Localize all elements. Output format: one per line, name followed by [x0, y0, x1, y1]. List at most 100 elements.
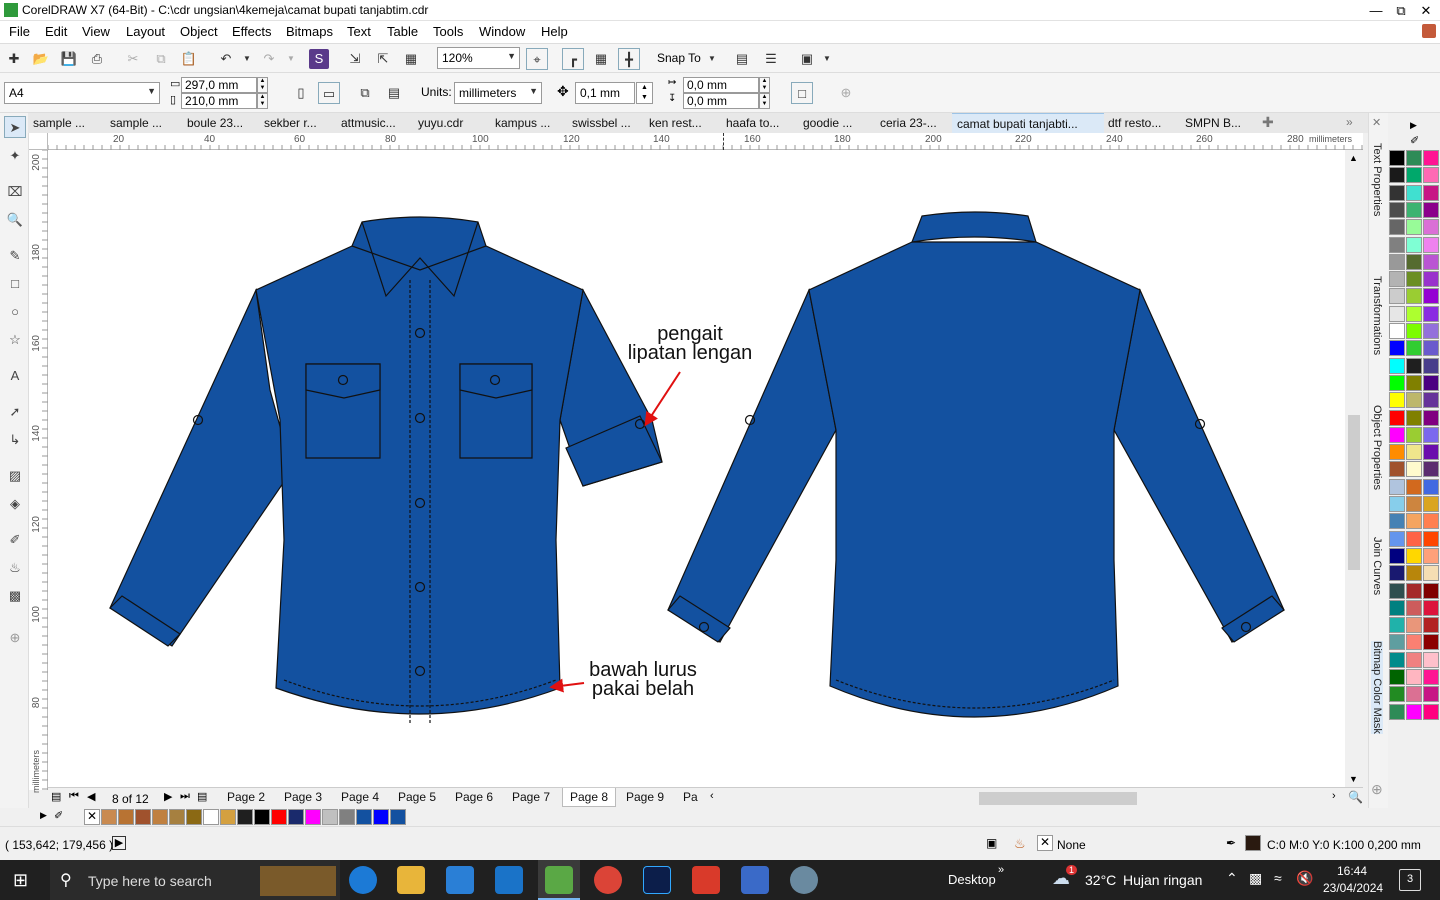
document-color-swatch[interactable] — [101, 809, 117, 825]
menu-effects[interactable]: Effects — [232, 24, 272, 39]
palette-color-swatch[interactable] — [1389, 669, 1405, 685]
palette-color-swatch[interactable] — [1406, 236, 1422, 253]
palette-scroll-icon[interactable]: ▶ — [1410, 120, 1417, 131]
connector-tool-icon[interactable]: ↳ — [4, 429, 26, 451]
palette-color-swatch[interactable] — [1423, 582, 1439, 599]
doc-tab[interactable]: sample ... — [105, 113, 167, 133]
layout-dropdown-icon[interactable]: ▼ — [816, 48, 838, 70]
vertical-ruler[interactable]: 200 180 160 140 120 100 80 millimeters — [29, 150, 48, 793]
palette-color-swatch[interactable] — [1389, 392, 1405, 409]
doc-tab[interactable]: sample ... — [28, 113, 90, 133]
document-color-swatch[interactable] — [254, 809, 270, 825]
windows-start-icon[interactable]: ⊞ — [13, 870, 28, 891]
outline-color-swatch[interactable] — [1245, 835, 1261, 851]
palette-color-swatch[interactable] — [1423, 340, 1439, 357]
menu-edit[interactable]: Edit — [45, 24, 67, 39]
wps-office-icon[interactable] — [692, 866, 720, 894]
page-tab[interactable]: Page 2 — [227, 790, 265, 804]
document-color-swatch[interactable] — [390, 809, 406, 825]
import-icon[interactable]: ⇲ — [344, 48, 366, 70]
palette-color-swatch[interactable] — [1406, 340, 1422, 357]
cut-icon[interactable]: ✂ — [122, 48, 144, 70]
shape-tool-icon[interactable]: ✦ — [4, 145, 26, 167]
palette-color-swatch[interactable] — [1406, 271, 1422, 288]
palette-color-swatch[interactable] — [1389, 201, 1405, 218]
fill-none-swatch[interactable]: ✕ — [1037, 835, 1053, 851]
palette-color-swatch[interactable] — [1423, 271, 1439, 288]
zoom-one-shot-icon[interactable]: 🔍 — [1348, 790, 1363, 804]
close-button[interactable]: ✕ — [1414, 0, 1438, 21]
palette-color-swatch[interactable] — [1389, 409, 1405, 426]
document-color-swatch[interactable] — [373, 809, 389, 825]
weather-description[interactable]: Hujan ringan — [1123, 872, 1202, 888]
user-icon[interactable] — [1422, 24, 1436, 38]
microsoft-store-icon[interactable] — [446, 866, 474, 894]
document-color-swatch[interactable] — [322, 809, 338, 825]
palette-color-swatch[interactable] — [1406, 288, 1422, 305]
palette-color-swatch[interactable] — [1389, 374, 1405, 391]
doc-tab[interactable]: boule 23... — [182, 113, 248, 133]
horizontal-scroll-thumb[interactable] — [979, 792, 1137, 805]
restore-button[interactable]: ⧉ — [1389, 0, 1413, 21]
add-tab-icon[interactable]: ✚ — [1262, 114, 1274, 131]
palette-color-swatch[interactable] — [1406, 201, 1422, 218]
palette-color-swatch[interactable] — [1389, 599, 1405, 616]
ellipse-tool-icon[interactable]: ○ — [4, 301, 26, 323]
add-preset-icon[interactable]: ⊕ — [835, 82, 857, 104]
landscape-icon[interactable]: ▭ — [318, 82, 340, 104]
color-proofing-icon[interactable]: ▣ — [986, 836, 997, 850]
coreldraw-taskbar-button[interactable] — [538, 860, 580, 900]
palette-color-swatch[interactable] — [1389, 530, 1405, 547]
document-color-swatch[interactable] — [186, 809, 202, 825]
play-icon[interactable]: ▶ — [112, 836, 126, 850]
palette-color-swatch[interactable] — [1389, 253, 1405, 270]
palette-color-swatch[interactable] — [1406, 582, 1422, 599]
palette-color-swatch[interactable] — [1423, 374, 1439, 391]
palette-color-swatch[interactable] — [1389, 219, 1405, 236]
last-page-icon[interactable]: ⏭ — [180, 790, 190, 803]
palette-color-swatch[interactable] — [1406, 444, 1422, 461]
snap-dropdown-icon[interactable]: ▼ — [701, 48, 723, 70]
duplicate-x-input[interactable]: 0,0 mm ▲ ▼ — [683, 77, 770, 93]
eyedropper-icon[interactable]: ✐ — [54, 809, 63, 822]
palette-color-swatch[interactable] — [1406, 150, 1422, 166]
freehand-tool-icon[interactable]: ✎ — [4, 245, 26, 267]
redo-dropdown-icon[interactable]: ▼ — [280, 48, 302, 70]
new-document-icon[interactable]: ✚ — [3, 48, 25, 70]
menu-view[interactable]: View — [82, 24, 110, 39]
palette-eyedropper-icon[interactable]: ✐ — [1410, 134, 1419, 147]
palette-color-swatch[interactable] — [1423, 184, 1439, 201]
palette-color-swatch[interactable] — [1406, 461, 1422, 478]
scroll-thumb[interactable] — [1348, 415, 1360, 570]
desktop-toolbar-label[interactable]: Desktop — [948, 872, 996, 887]
pick-tool-icon[interactable]: ➤ — [4, 116, 26, 138]
publish-pdf-icon[interactable]: ▦ — [400, 48, 422, 70]
weather-temperature[interactable]: 32°C — [1085, 872, 1116, 888]
export-icon[interactable]: ⇱ — [372, 48, 394, 70]
file-explorer-icon[interactable] — [397, 866, 425, 894]
palette-color-swatch[interactable] — [1406, 305, 1422, 322]
spinner-icon[interactable]: ▲ ▼ — [257, 93, 268, 109]
transparency-tool-icon[interactable]: ◈ — [4, 493, 26, 515]
portrait-icon[interactable]: ▯ — [290, 82, 312, 104]
page-width-input[interactable]: 297,0 mm ▲ ▼ — [181, 77, 268, 93]
palette-color-swatch[interactable] — [1406, 374, 1422, 391]
chrome-icon[interactable] — [594, 866, 622, 894]
menu-layout[interactable]: Layout — [126, 24, 165, 39]
units-combo[interactable]: millimeters ▼ — [454, 82, 542, 104]
palette-color-swatch[interactable] — [1406, 184, 1422, 201]
insert-page-after-icon[interactable]: ▤ — [197, 790, 207, 803]
menu-bitmaps[interactable]: Bitmaps — [286, 24, 333, 39]
treat-as-filled-icon[interactable]: □ — [791, 82, 813, 104]
doc-tab[interactable]: ken rest... — [644, 113, 707, 133]
doc-tab[interactable]: kampus ... — [490, 113, 555, 133]
copy-icon[interactable]: ⧉ — [150, 48, 172, 70]
page-height-input[interactable]: 210,0 mm ▲ ▼ — [181, 93, 268, 109]
fill-bucket-icon[interactable]: ♨ — [1014, 836, 1026, 852]
menu-window[interactable]: Window — [479, 24, 525, 39]
doc-tab[interactable]: haafa to... — [721, 113, 784, 133]
page-tab[interactable]: Page 7 — [512, 790, 550, 804]
doc-tab[interactable]: attmusic... — [336, 113, 401, 133]
palette-color-swatch[interactable] — [1423, 288, 1439, 305]
smart-fill-icon[interactable]: ▩ — [4, 585, 26, 607]
